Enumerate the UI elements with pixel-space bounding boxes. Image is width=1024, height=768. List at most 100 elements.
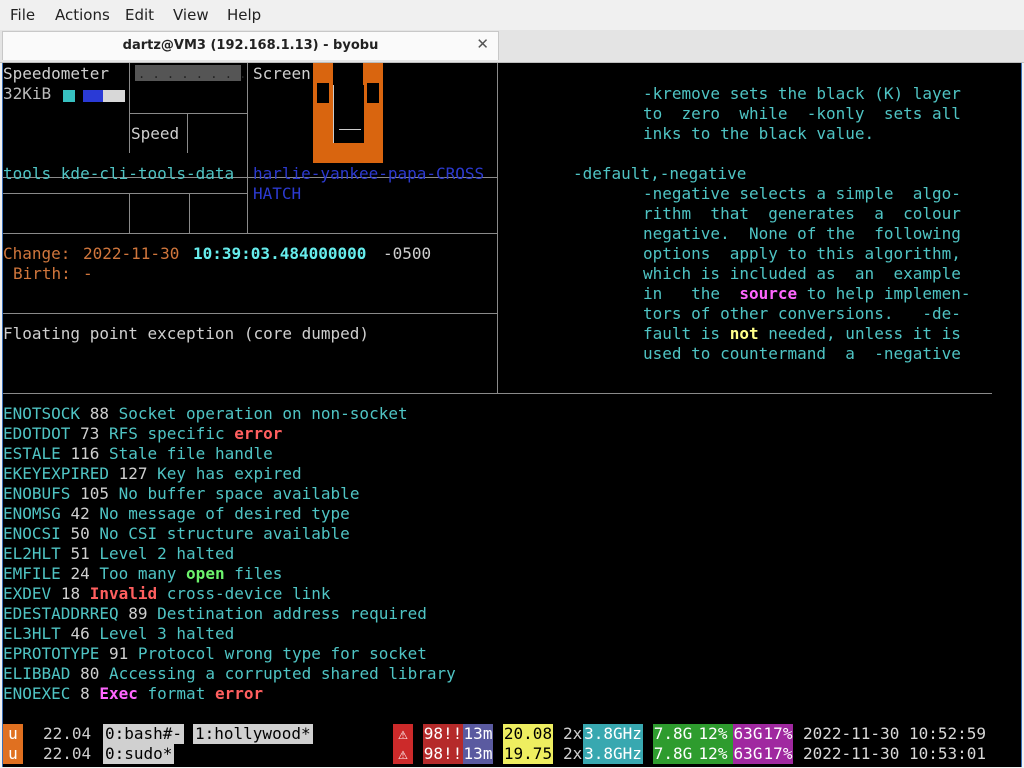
man-line: which is included as an example: [643, 264, 961, 283]
man-line: tors of other conversions. -de-: [643, 304, 961, 323]
divider: [3, 233, 498, 234]
memory-percent: 12%: [693, 724, 733, 744]
version-label: 22.04: [43, 744, 92, 763]
cup-art: [317, 83, 329, 103]
tab-title: dartz@VM3 (192.168.1.13) - byobu: [122, 38, 379, 53]
errno-row: EXDEV 18 Invalid cross-device link: [3, 584, 331, 603]
date-time: 2022-11-30 10:53:01: [803, 744, 987, 763]
errno-row: EDESTADDRREQ 89 Destination address requ…: [3, 604, 427, 623]
tab-bar: dartz@VM3 (192.168.1.13) - byobu ✕: [0, 30, 1024, 63]
change-label: Change:: [3, 244, 71, 263]
menu-view[interactable]: View: [173, 6, 209, 24]
birth-value: -: [83, 264, 93, 283]
man-line: negative. None of the following: [643, 224, 961, 243]
window-tab-active[interactable]: 0:sudo*: [103, 744, 175, 764]
progress-dots: . . . . . . . . .: [138, 67, 261, 81]
man-line: to zero while -konly sets all: [643, 104, 961, 123]
cup-art: [367, 83, 379, 103]
date-time: 2022-11-30 10:52:59: [803, 724, 987, 743]
divider: [189, 193, 190, 233]
divider: [3, 193, 247, 194]
man-line: in the source to help implemen-: [643, 284, 971, 303]
meter-block: [83, 90, 103, 102]
link-text[interactable]: harlie-yankee-papa-CROSS: [253, 164, 484, 184]
speed-label: Speed: [131, 124, 180, 143]
errno-row: ENOTSOCK 88 Socket operation on non-sock…: [3, 404, 408, 423]
memory-percent: 12%: [693, 744, 733, 764]
man-line: rithm that generates a colour: [643, 204, 961, 223]
disk-percent: 17%: [763, 744, 793, 764]
warning-icon: ⚠: [393, 724, 413, 744]
uptime-value: 13m: [463, 744, 493, 764]
uptime-value: 13m: [463, 724, 493, 744]
close-icon[interactable]: ✕: [476, 35, 489, 53]
speedometer-label: Speedometer: [3, 64, 109, 83]
cpu-frequency: 3.8GHz: [583, 744, 643, 764]
cpu-count: 2x: [563, 724, 583, 743]
memory-total: 7.8G: [653, 744, 693, 764]
menu-edit[interactable]: Edit: [125, 6, 154, 24]
divider: [247, 63, 248, 233]
divider: [187, 113, 188, 153]
window-tab-active[interactable]: 0:bash#-: [103, 724, 185, 744]
cup-art: [313, 143, 383, 163]
tab-terminal[interactable]: dartz@VM3 (192.168.1.13) - byobu ✕: [2, 31, 499, 60]
memory-total: 7.8G: [653, 724, 693, 744]
errno-row: ENOEXEC 8 Exec format error: [3, 684, 264, 703]
load-average: 19.75: [503, 744, 553, 764]
tools-text: tools kde-cli-tools-data: [3, 164, 235, 183]
menu-bar: File Actions Edit View Help: [0, 0, 1024, 30]
errno-row: ENOMSG 42 No message of desired type: [3, 504, 350, 523]
cpu-frequency: 3.8GHz: [583, 724, 643, 744]
menu-actions[interactable]: Actions: [55, 6, 110, 24]
man-line: fault is not needed, unless it is: [643, 324, 961, 343]
reboot-indicator: 98!!: [423, 744, 463, 764]
errno-row: ESTALE 116 Stale file handle: [3, 444, 273, 463]
change-date: 2022-11-30: [83, 244, 180, 263]
errno-row: EKEYEXPIRED 127 Key has expired: [3, 464, 302, 483]
cup-art: [333, 85, 364, 143]
birth-label: Birth:: [13, 264, 71, 283]
change-time: 10:39:03.484000000: [193, 244, 367, 263]
errno-row: EL2HLT 51 Level 2 halted: [3, 544, 235, 563]
version-label: 22.04: [43, 724, 92, 743]
cpu-count: 2x: [563, 744, 583, 763]
divider: [497, 63, 498, 393]
error-message: Floating point exception (core dumped): [3, 324, 370, 343]
menu-file[interactable]: File: [10, 6, 35, 24]
errno-row: EPROTOTYPE 91 Protocol wrong type for so…: [3, 644, 427, 663]
divider: [3, 393, 992, 394]
meter-block: [63, 90, 75, 102]
link-text[interactable]: HATCH: [253, 184, 301, 204]
man-line: options apply to this algorithm,: [643, 244, 961, 263]
man-line: inks to the black value.: [643, 124, 875, 143]
man-line: used to countermand a -negative: [643, 344, 961, 363]
man-line: -default,-negative: [573, 164, 747, 183]
disk-percent: 17%: [763, 724, 793, 744]
disk-total: 63G: [733, 724, 763, 744]
errno-row: EDOTDOT 73 RFS specific error: [3, 424, 283, 443]
man-line: -kremove sets the black (K) layer: [643, 84, 961, 103]
change-tz: -0500: [383, 244, 432, 263]
size-label: 32KiB: [3, 84, 52, 103]
errno-row: EL3HLT 46 Level 3 halted: [3, 624, 235, 643]
errno-row: EMFILE 24 Too many open files: [3, 564, 283, 583]
errno-row: ENOBUFS 105 No buffer space available: [3, 484, 360, 503]
disk-total: 63G: [733, 744, 763, 764]
divider: [129, 193, 130, 233]
window-tab[interactable]: 1:hollywood*: [193, 724, 313, 744]
ubuntu-badge: u: [3, 724, 23, 744]
divider: [129, 113, 247, 114]
terminal-area[interactable]: Speedometer . . . . . . . . . Screen 32K…: [2, 63, 1022, 767]
meter-block: [103, 90, 125, 102]
divider: [129, 63, 130, 153]
warning-icon: ⚠: [393, 744, 413, 764]
load-average: 20.08: [503, 724, 553, 744]
man-line: -negative selects a simple algo-: [643, 184, 961, 203]
cup-art: [339, 129, 361, 130]
ubuntu-badge: u: [3, 744, 23, 764]
errno-row: ELIBBAD 80 Accessing a corrupted shared …: [3, 664, 456, 683]
menu-help[interactable]: Help: [227, 6, 261, 24]
divider: [3, 313, 498, 314]
screen-label: Screen: [253, 64, 311, 83]
